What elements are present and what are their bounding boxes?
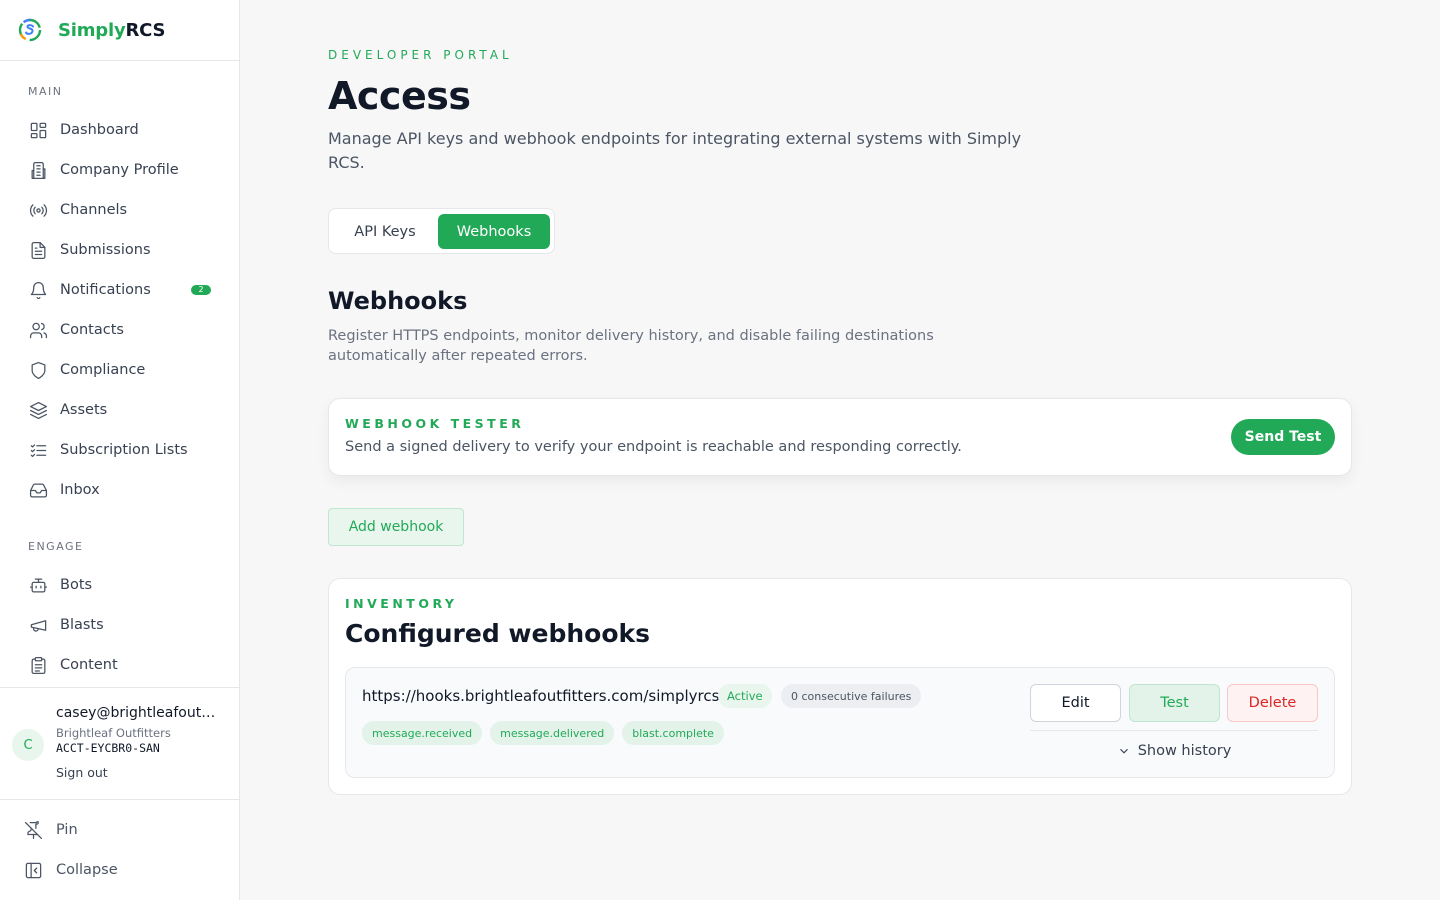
webhook-inventory-card: Inventory Configured webhooks https://ho…	[328, 578, 1352, 795]
tab-api-keys[interactable]: API Keys	[333, 214, 437, 249]
add-webhook-button[interactable]: Add webhook	[328, 508, 464, 546]
chevron-down-icon	[1119, 748, 1128, 754]
sidebar-item-label: Submissions	[60, 242, 151, 258]
webhook-url: https://hooks.brightleafoutfitters.com/s…	[362, 687, 720, 705]
sidebar-item-label: Compliance	[60, 362, 146, 378]
webhook-item: https://hooks.brightleafoutfitters.com/s…	[345, 667, 1335, 778]
pin-label: Pin	[56, 822, 78, 838]
brand-header[interactable]: SimplyRCS	[0, 0, 239, 61]
sidebar-item-label: Channels	[60, 202, 128, 218]
megaphone-icon	[28, 615, 48, 635]
sign-out-link[interactable]: Sign out	[56, 765, 108, 780]
collapse-sidebar-button[interactable]: Collapse	[24, 858, 118, 882]
section-description: Register HTTPS endpoints, monitor delive…	[328, 328, 934, 364]
clipboard-icon	[28, 655, 48, 675]
simplyrcs-logo-icon	[18, 18, 42, 42]
sidebar-item-label: Assets	[60, 402, 108, 418]
sidebar-item-inbox[interactable]: Inbox	[0, 470, 239, 510]
sidebar-item-notifications[interactable]: Notifications 2	[0, 270, 239, 310]
bell-icon	[28, 280, 48, 300]
shield-icon	[28, 360, 48, 380]
edit-webhook-button[interactable]: Edit	[1030, 684, 1121, 722]
page-title: Access	[328, 74, 471, 118]
sidebar-item-label: Blasts	[60, 617, 104, 633]
brand-name: SimplyRCS	[58, 19, 166, 41]
delete-webhook-button[interactable]: Delete	[1227, 684, 1318, 722]
webhook-tester-card: Webhook Tester Send a signed delivery to…	[328, 398, 1352, 476]
collapse-label: Collapse	[56, 862, 118, 878]
sidebar-item-bots[interactable]: Bots	[0, 565, 239, 605]
show-history-toggle[interactable]: Show history	[1030, 739, 1318, 763]
sidebar-item-blasts[interactable]: Blasts	[0, 605, 239, 645]
sidebar-item-label: Contacts	[60, 322, 124, 338]
inventory-eyebrow: Inventory	[345, 596, 458, 611]
sidebar-item-label: Bots	[60, 577, 93, 593]
building-icon	[28, 160, 48, 180]
avatar[interactable]: C	[12, 729, 44, 761]
nav-section-engage: Engage	[28, 540, 84, 553]
panel-collapse-icon	[25, 862, 42, 878]
nav-section-main: Main	[28, 85, 63, 98]
section-title: Webhooks	[328, 287, 468, 315]
sidebar-item-label: Notifications	[60, 282, 151, 298]
sidebar-item-label: Subscription Lists	[60, 442, 188, 458]
users-icon	[28, 320, 48, 340]
bot-icon	[28, 575, 48, 595]
user-organization: Brightleaf Outfitters	[56, 726, 171, 740]
sidebar-item-label: Dashboard	[60, 122, 139, 138]
page-description: Manage API keys and webhook endpoints fo…	[328, 129, 1022, 172]
sidebar-item-dashboard[interactable]: Dashboard	[0, 110, 239, 150]
page-eyebrow: Developer Portal	[328, 48, 513, 62]
failure-count-badge: 0 consecutive failures	[781, 684, 922, 708]
test-webhook-button[interactable]: Test	[1129, 684, 1220, 722]
notification-count-badge: 2	[191, 285, 211, 295]
sidebar-item-subscription-lists[interactable]: Subscription Lists	[0, 430, 239, 470]
dashboard-icon	[28, 120, 48, 140]
user-email: casey@brightleafoutfitters.com	[56, 705, 224, 721]
divider	[1030, 730, 1318, 731]
sidebar-item-contacts[interactable]: Contacts	[0, 310, 239, 350]
tester-description: Send a signed delivery to verify your en…	[345, 439, 962, 455]
list-check-icon	[28, 440, 48, 460]
user-account-block: C casey@brightleafoutfitters.com Brightl…	[0, 687, 239, 800]
event-tag: blast.complete	[622, 721, 724, 745]
access-tabs: API Keys Webhooks	[328, 208, 555, 254]
sidebar-item-assets[interactable]: Assets	[0, 390, 239, 430]
pin-off-icon	[24, 820, 43, 839]
pin-sidebar-button[interactable]: Pin	[24, 818, 78, 842]
inbox-icon	[28, 480, 48, 500]
sidebar-item-compliance[interactable]: Compliance	[0, 350, 239, 390]
sidebar-item-label: Content	[60, 657, 118, 673]
sidebar-item-label: Company Profile	[60, 162, 179, 178]
sidebar-item-company-profile[interactable]: Company Profile	[0, 150, 239, 190]
tester-eyebrow: Webhook Tester	[345, 416, 525, 431]
sidebar-item-label: Inbox	[60, 482, 100, 498]
tab-webhooks[interactable]: Webhooks	[438, 214, 550, 249]
sidebar-item-submissions[interactable]: Submissions	[0, 230, 239, 270]
account-id: ACCT-EYCBR0-SAN	[56, 741, 160, 755]
status-badge: Active	[718, 684, 772, 708]
nav-list-main: Dashboard Company Profile Channels Submi…	[0, 110, 239, 510]
document-icon	[28, 240, 48, 260]
sidebar-item-content[interactable]: Content	[0, 645, 239, 685]
sidebar: SimplyRCS Main Dashboard Company Profile…	[0, 0, 240, 900]
broadcast-icon	[28, 200, 48, 220]
inventory-title: Configured webhooks	[345, 619, 651, 648]
send-test-button[interactable]: Send Test	[1231, 419, 1335, 455]
layers-icon	[28, 400, 48, 420]
event-tags: message.received message.delivered blast…	[362, 721, 724, 745]
nav-list-engage: Bots Blasts Content	[0, 565, 239, 685]
sidebar-item-channels[interactable]: Channels	[0, 190, 239, 230]
event-tag: message.delivered	[490, 721, 615, 745]
event-tag: message.received	[362, 721, 483, 745]
show-history-label: Show history	[1137, 743, 1232, 759]
